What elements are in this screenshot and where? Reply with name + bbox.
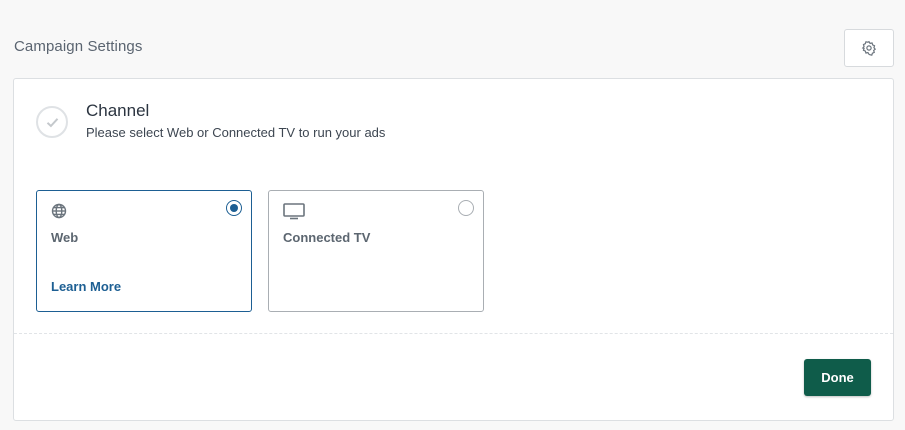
channel-option-connected-tv[interactable]: Connected TV <box>268 190 484 312</box>
radio-connected-tv[interactable] <box>458 200 474 216</box>
channel-card: Channel Please select Web or Connected T… <box>13 78 894 421</box>
step-status <box>36 106 68 138</box>
radio-web[interactable] <box>226 200 242 216</box>
done-button[interactable]: Done <box>804 359 871 396</box>
card-divider <box>14 333 893 334</box>
gear-icon <box>861 40 877 56</box>
campaign-settings-page: Campaign Settings Channel Please select … <box>0 0 905 430</box>
option-label-connected-tv: Connected TV <box>283 230 371 245</box>
channel-option-web[interactable]: Web Learn More <box>36 190 252 312</box>
section-title: Channel <box>86 101 150 120</box>
globe-icon <box>51 203 67 219</box>
learn-more-link[interactable]: Learn More <box>51 279 121 294</box>
section-subtitle: Please select Web or Connected TV to run… <box>86 125 386 140</box>
tv-icon <box>283 203 305 220</box>
settings-button[interactable] <box>844 29 894 67</box>
check-icon <box>46 117 58 127</box>
option-label-web: Web <box>51 230 79 245</box>
page-title: Campaign Settings <box>14 38 143 55</box>
